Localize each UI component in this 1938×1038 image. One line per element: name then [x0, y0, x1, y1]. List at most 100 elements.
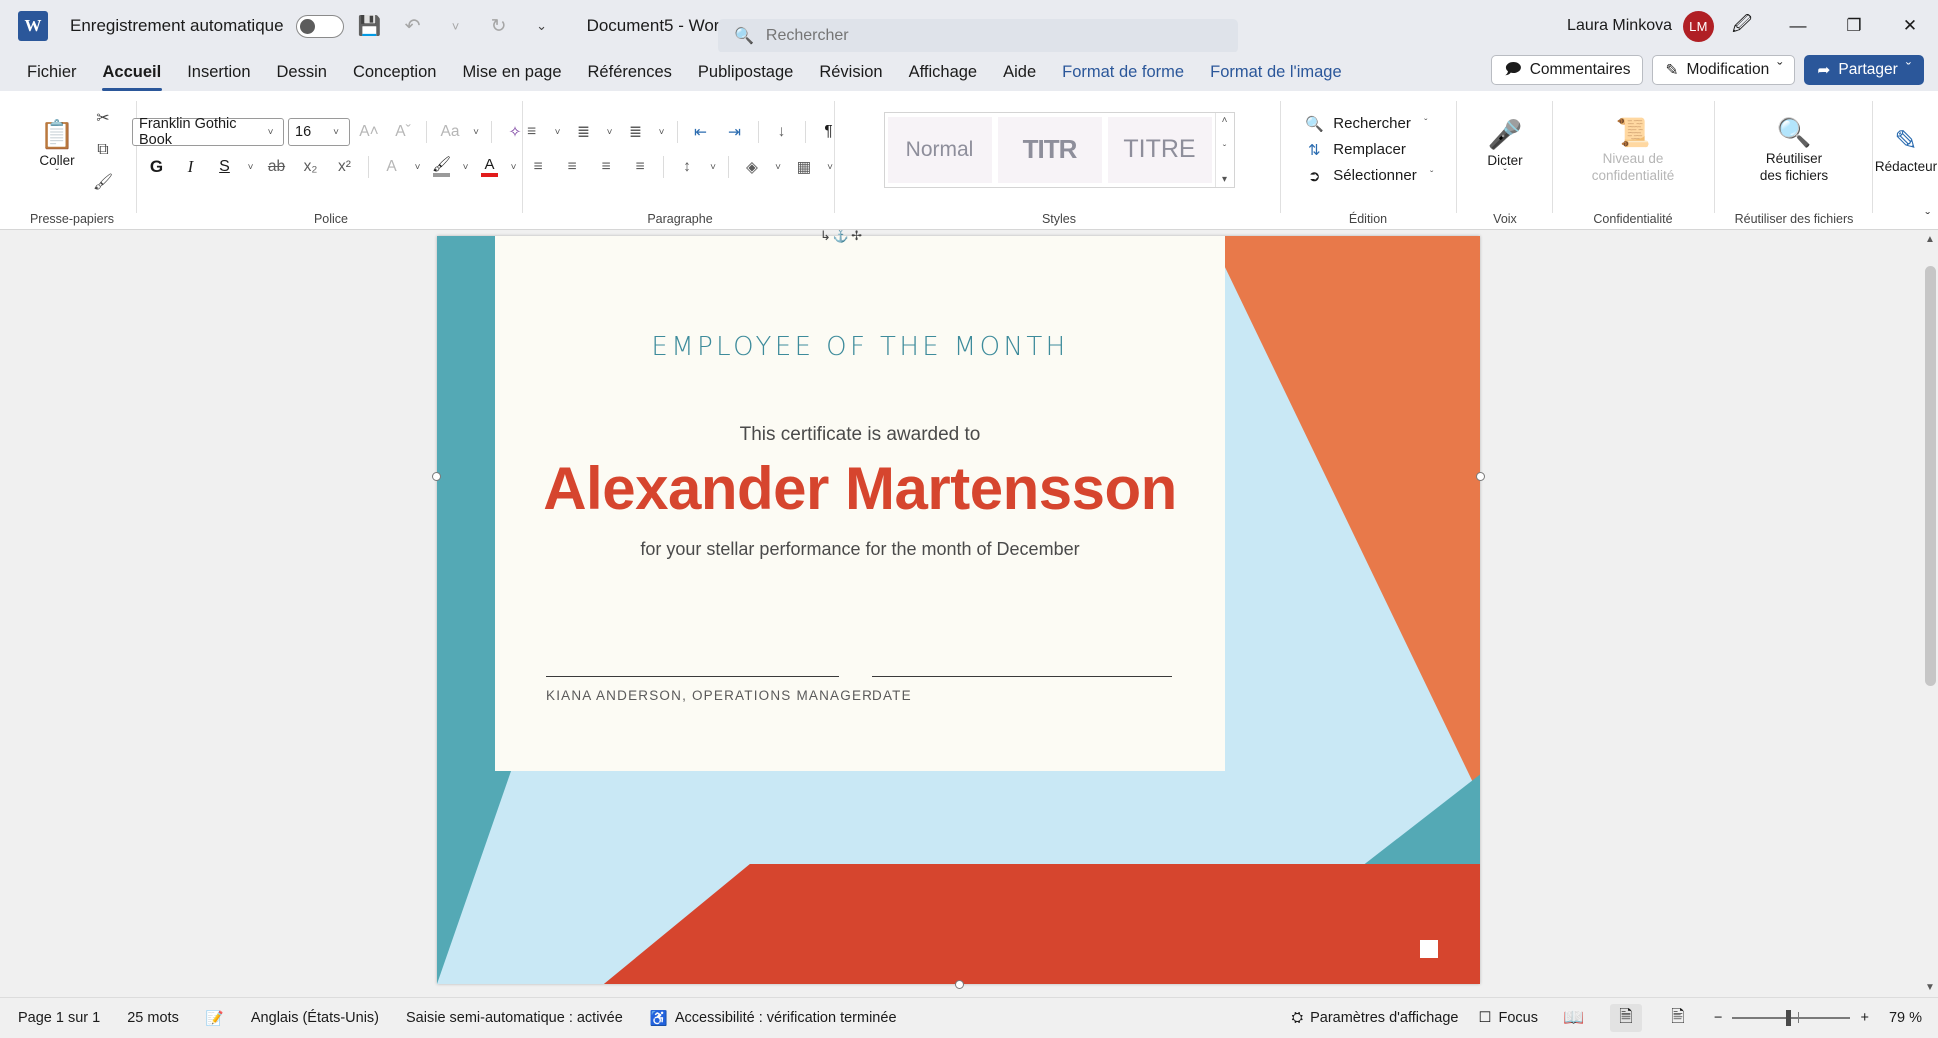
tab-insertion[interactable]: Insertion [174, 54, 263, 91]
line-spacing-icon[interactable]: ↕ [672, 153, 702, 182]
chevron-down-icon[interactable]: ˅ [469, 127, 483, 138]
tab-revision[interactable]: Révision [806, 54, 895, 91]
align-left-icon[interactable]: ≡ [523, 153, 553, 182]
zoom-track[interactable] [1732, 1010, 1851, 1026]
focus-button[interactable]: ☐ Focus [1479, 1010, 1539, 1026]
restore-button[interactable]: ❐ [1826, 0, 1882, 52]
minimize-button[interactable]: — [1770, 0, 1826, 52]
pen-annotation-icon[interactable]: 🖉 [1714, 0, 1770, 52]
grow-font-button[interactable]: A˄ [354, 118, 384, 147]
zoom-in-button[interactable]: + [1860, 1010, 1868, 1026]
search-box[interactable]: 🔍 [718, 19, 1238, 53]
chevron-down-icon[interactable]: ˅ [244, 162, 258, 173]
italic-button[interactable]: I [176, 153, 206, 182]
borders-icon[interactable]: ▦ [789, 153, 819, 182]
accessibility-status[interactable]: ♿ Accessibilité : vérification terminée [650, 1010, 897, 1027]
tab-mise-en-page[interactable]: Mise en page [449, 54, 574, 91]
justify-icon[interactable]: ≡ [625, 153, 655, 182]
language-indicator[interactable]: Anglais (États-Unis) [251, 1010, 379, 1026]
multilevel-list-icon[interactable]: ≣ [621, 118, 651, 147]
close-button[interactable]: ✕ [1882, 0, 1938, 52]
certificate-sheet[interactable]: EMPLOYEE OF THE MONTH This certificate i… [495, 236, 1225, 771]
shading-icon[interactable]: ◈ [737, 153, 767, 182]
resize-handle-left[interactable] [432, 472, 441, 481]
redo-icon[interactable]: ↻ [482, 9, 516, 43]
dictate-button[interactable]: 🎤 Dicter ˇ [1474, 119, 1536, 180]
editor-button[interactable]: ✎ Rédacteur [1875, 125, 1937, 174]
styles-more-icon[interactable]: ▾ [1222, 174, 1227, 185]
bullets-icon[interactable]: ≡ [517, 118, 547, 147]
paste-button[interactable]: 📋 Coller ˇ [26, 119, 88, 180]
copy-icon[interactable]: ⧉ [88, 135, 118, 165]
autosave-toggle[interactable] [295, 14, 344, 38]
word-count[interactable]: 25 mots [127, 1010, 179, 1026]
chevron-down-icon[interactable]: ˅ [655, 127, 669, 138]
zoom-out-button[interactable]: − [1714, 1010, 1722, 1026]
customize-quick-access-icon[interactable]: ⌄ [525, 9, 559, 43]
tab-dessin[interactable]: Dessin [264, 54, 340, 91]
reuse-files-button[interactable]: 🔍 Réutiliser des fichiers [1725, 117, 1863, 183]
undo-icon[interactable]: ↶ [396, 9, 430, 43]
chevron-down-icon[interactable]: ˅ [603, 127, 617, 138]
tab-accueil[interactable]: Accueil [90, 54, 175, 91]
chevron-down-icon[interactable]: ˅ [771, 162, 785, 173]
select-button[interactable]: ➲ Sélectionner ˇ [1303, 167, 1438, 185]
format-painter-icon[interactable]: 🖌 [88, 167, 118, 197]
white-placeholder-box[interactable] [1420, 940, 1438, 958]
avatar[interactable]: LM [1683, 10, 1714, 42]
vertical-scrollbar[interactable]: ▲ ▼ [1922, 230, 1938, 997]
document-area[interactable]: EMPLOYEE OF THE MONTH This certificate i… [0, 230, 1938, 997]
shrink-font-button[interactable]: Aˇ [388, 118, 418, 147]
align-center-icon[interactable]: ≡ [557, 153, 587, 182]
scroll-down-icon[interactable]: ˇ [1223, 144, 1226, 155]
chevron-down-icon[interactable]: ˅ [459, 162, 473, 173]
search-input[interactable] [765, 27, 1186, 45]
change-case-button[interactable]: Aa [435, 118, 465, 147]
highlight-color-button[interactable]: 🖌 [429, 157, 455, 177]
tab-format-de-l-image[interactable]: Format de l'image [1197, 54, 1355, 91]
decrease-indent-icon[interactable]: ⇤ [686, 118, 716, 147]
read-mode-icon[interactable]: 📖 [1558, 1004, 1590, 1032]
tab-affichage[interactable]: Affichage [896, 54, 991, 91]
strikethrough-button[interactable]: ab [262, 153, 292, 182]
chevron-down-icon[interactable]: ˅ [706, 162, 720, 173]
zoom-level[interactable]: 79 % [1889, 1010, 1922, 1026]
document-page[interactable]: EMPLOYEE OF THE MONTH This certificate i… [432, 230, 1485, 989]
web-layout-icon[interactable]: 🖹 [1662, 1004, 1694, 1032]
scroll-up-icon[interactable]: ˄ [1222, 115, 1228, 126]
scrollbar-thumb[interactable] [1925, 266, 1936, 686]
show-formatting-marks-icon[interactable]: ¶ [814, 118, 844, 147]
bold-button[interactable]: G [142, 153, 172, 182]
style-item-titre-1[interactable]: TITR [997, 116, 1102, 183]
typing-mode[interactable]: Saisie semi-automatique : activée [406, 1010, 623, 1026]
style-item-normal[interactable]: Normal [887, 116, 992, 183]
scroll-down-icon[interactable]: ▼ [1924, 982, 1936, 993]
resize-handle-bottom[interactable] [955, 980, 964, 989]
find-button[interactable]: 🔍 Rechercher ˇ [1303, 115, 1438, 133]
display-settings-button[interactable]: ⛭ Paramètres d'affichage [1291, 1010, 1458, 1026]
tab-aide[interactable]: Aide [990, 54, 1049, 91]
superscript-button[interactable]: x² [330, 153, 360, 182]
font-color-button[interactable]: A [477, 157, 503, 177]
subscript-button[interactable]: x₂ [296, 153, 326, 182]
chevron-down-icon[interactable]: ˅ [411, 162, 425, 173]
underline-button[interactable]: S [210, 153, 240, 182]
print-layout-icon[interactable]: 🗎 [1610, 1004, 1642, 1032]
align-right-icon[interactable]: ≡ [591, 153, 621, 182]
font-size-select[interactable]: 16 ˅ [288, 118, 350, 146]
chevron-down-icon[interactable]: ˅ [551, 127, 565, 138]
scroll-up-icon[interactable]: ▲ [1924, 234, 1936, 245]
numbering-icon[interactable]: ≣ [569, 118, 599, 147]
tab-publipostage[interactable]: Publipostage [685, 54, 806, 91]
tab-format-de-forme[interactable]: Format de forme [1049, 54, 1197, 91]
proofing-errors-icon[interactable]: 📝 [206, 1010, 224, 1027]
sort-icon[interactable]: ↓ [767, 118, 797, 147]
resize-handle-right[interactable] [1476, 472, 1485, 481]
tab-fichier[interactable]: Fichier [14, 54, 90, 91]
undo-chevron-icon[interactable]: ˅ [439, 9, 473, 43]
scissors-icon[interactable]: ✂ [88, 103, 118, 133]
move-handle-icon[interactable]: ✢ [851, 230, 862, 244]
font-name-select[interactable]: Franklin Gothic Book ˅ [132, 116, 284, 148]
collapse-ribbon-button[interactable]: ˇ [1925, 209, 1930, 225]
tab-references[interactable]: Références [575, 54, 685, 91]
